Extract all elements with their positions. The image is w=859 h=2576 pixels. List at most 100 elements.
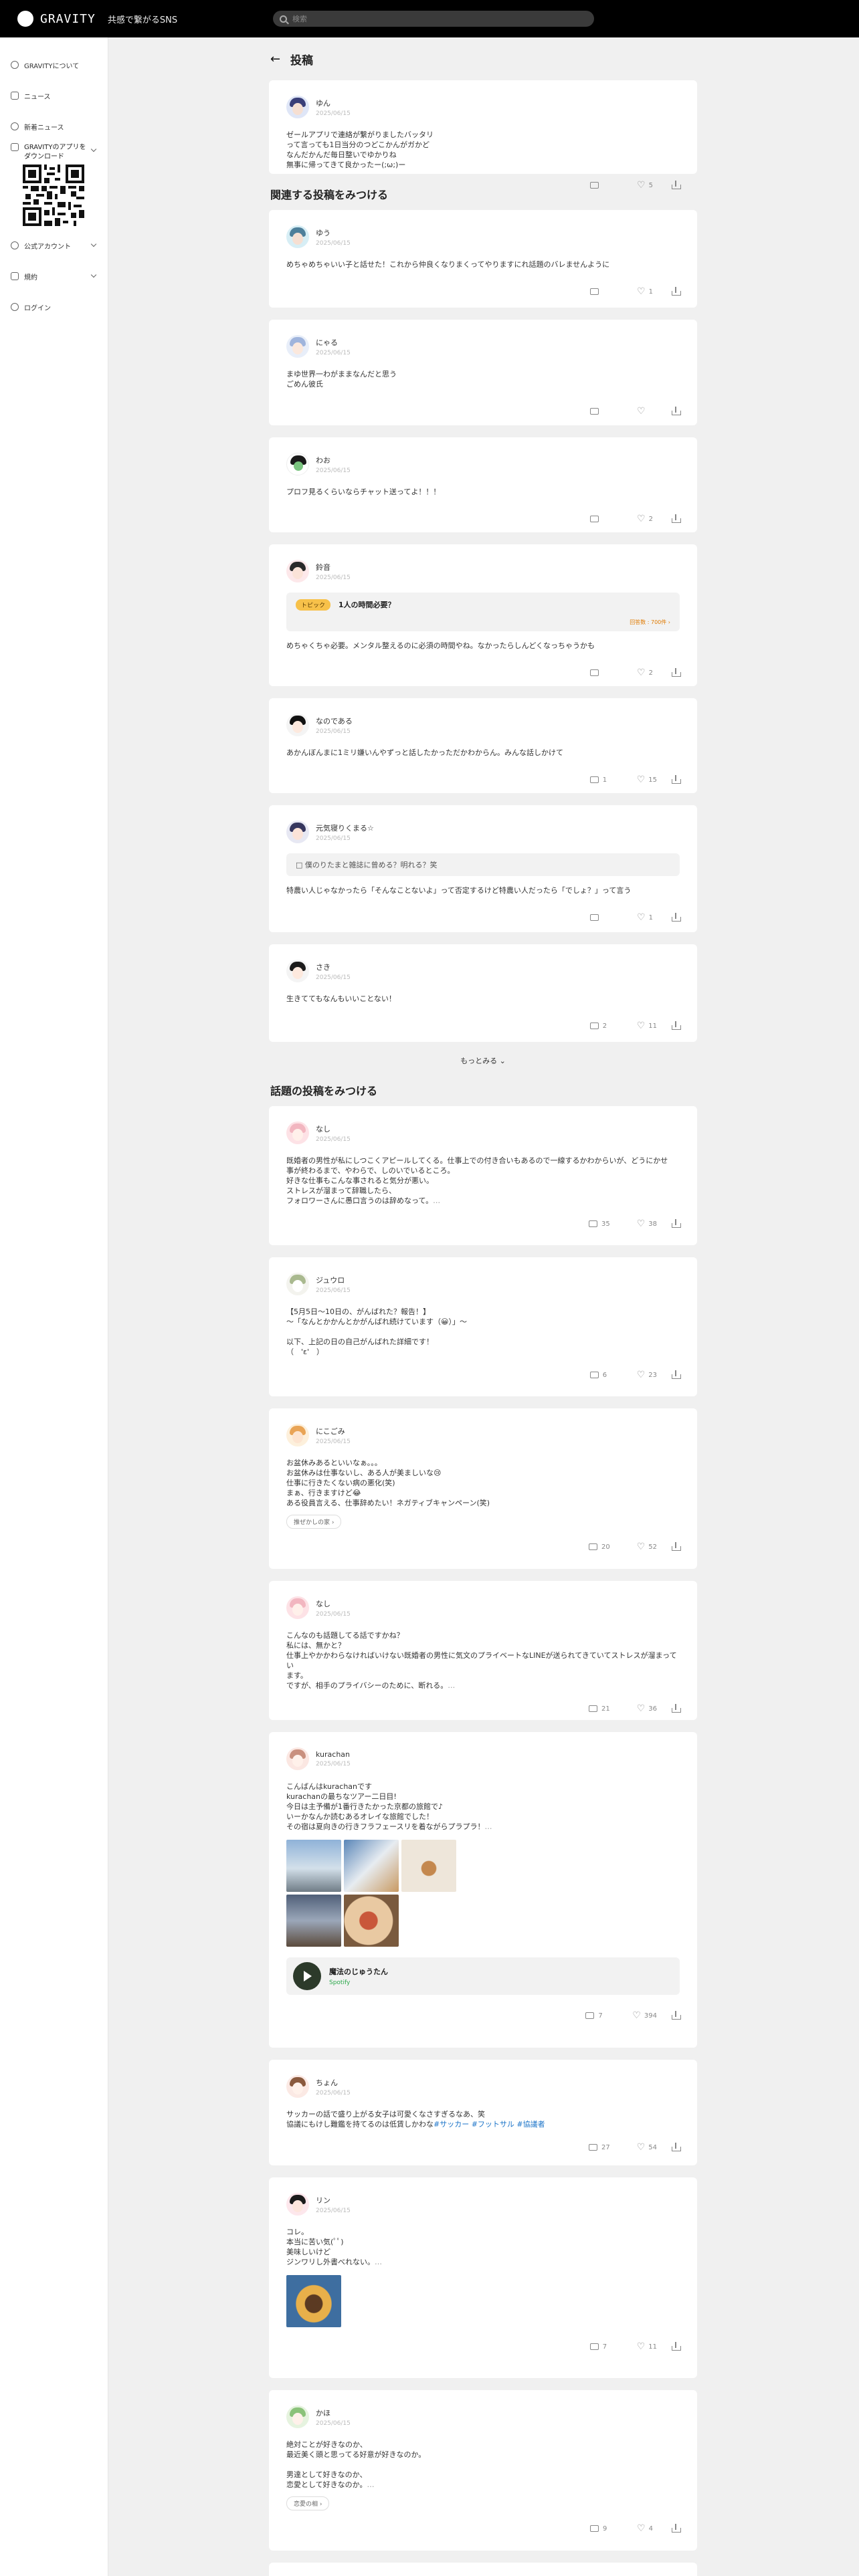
like-button[interactable]: ♡ 4 — [637, 2524, 657, 2533]
share-icon[interactable] — [672, 668, 681, 677]
post-card[interactable]: にこごみ 2025/06/15 お盆休みあるといいなぁ。。。 お盆休みは仕事ないし… — [269, 1408, 697, 1569]
avatar[interactable] — [286, 2405, 309, 2428]
avatar[interactable] — [286, 2075, 309, 2098]
like-button[interactable]: ♡ 1 — [637, 913, 657, 922]
comment-button[interactable]: 2 — [589, 1023, 610, 1030]
comment-button[interactable] — [590, 516, 610, 522]
post-author[interactable]: にゃる — [316, 337, 351, 348]
avatar[interactable] — [286, 2193, 309, 2216]
post-author[interactable]: 鈴音 — [316, 562, 351, 572]
post-card[interactable] — [269, 2563, 697, 2576]
comment-button[interactable] — [590, 669, 610, 676]
avatar[interactable] — [286, 714, 309, 736]
avatar[interactable] — [286, 960, 309, 982]
share-icon[interactable] — [672, 1370, 681, 1379]
share-icon[interactable] — [672, 913, 681, 922]
avatar[interactable] — [286, 1424, 309, 1446]
like-button[interactable]: ♡ 2 — [637, 668, 657, 677]
comment-button[interactable]: 20 — [588, 1543, 610, 1551]
logo[interactable]: GRAVITY 共感で繋がるSNS — [17, 0, 177, 37]
post-author[interactable]: わお — [316, 455, 351, 465]
share-icon[interactable] — [672, 181, 681, 189]
search-input[interactable] — [292, 14, 573, 23]
comment-button[interactable]: 7 — [589, 2343, 610, 2351]
post-card[interactable]: ジュウロ 2025/06/15 【5月5日〜10日の、がんばれた？報告！】 〜「な… — [269, 1257, 697, 1396]
community-chip[interactable]: 恋愛の相 › — [286, 2496, 330, 2510]
music-card[interactable]: 魔法のじゅうたん Spotify — [286, 1957, 680, 1995]
like-button[interactable]: ♡ 54 — [637, 2143, 657, 2152]
community-chip[interactable]: 推ぜかしの家 › — [286, 1515, 342, 1529]
comment-button[interactable] — [590, 182, 610, 189]
share-icon[interactable] — [672, 407, 681, 415]
post-card[interactable]: なし 2025/06/15 こんなのも話題してる話ですかね？ 私には、無かと？ 仕… — [269, 1581, 697, 1720]
avatar[interactable] — [286, 560, 309, 582]
post-author[interactable]: kurachan — [316, 1750, 351, 1759]
like-button[interactable]: ♡ 5 — [637, 181, 657, 190]
post-card[interactable]: ちょん 2025/06/15 サッカーの話で盛り上がる女子は可愛くなさすぎるなあ、… — [269, 2060, 697, 2165]
avatar[interactable] — [286, 335, 309, 358]
show-more-button[interactable]: もっとみる ⌄ — [269, 1051, 697, 1071]
share-icon[interactable] — [672, 1704, 681, 1713]
post-author[interactable]: さき — [316, 962, 351, 972]
sidebar-item-about[interactable]: GRAVITYについて — [0, 49, 108, 80]
like-button[interactable]: ♡ 1 — [637, 287, 657, 296]
avatar[interactable] — [286, 1747, 309, 1770]
share-icon[interactable] — [672, 1542, 681, 1551]
back-arrow-icon[interactable]: ← — [270, 52, 286, 66]
play-icon[interactable] — [293, 1962, 321, 1990]
sidebar-item-official[interactable]: 公式アカウント — [0, 230, 108, 261]
like-button[interactable]: ♡ — [637, 407, 657, 416]
post-card[interactable]: なのである 2025/06/15 あかんぼんまに1ミリ嫌いんやずっと話したかっただ… — [269, 698, 697, 793]
avatar[interactable] — [286, 821, 309, 843]
post-author[interactable]: ゆん — [316, 98, 351, 108]
comment-button[interactable]: 6 — [589, 1372, 610, 1379]
post-card[interactable]: なし 2025/06/15 既婚者の男性が私にしつこくアピールしてくる。仕事上での… — [269, 1106, 697, 1245]
avatar[interactable] — [286, 225, 309, 248]
post-card[interactable]: 鈴音 2025/06/15 トピック 1人の時間必要？ 回答数 : 700件 › … — [269, 544, 697, 686]
comment-button[interactable]: 21 — [588, 1705, 610, 1713]
comment-button[interactable]: 1 — [589, 776, 610, 784]
comment-button[interactable] — [590, 288, 610, 295]
post-card[interactable]: リン 2025/06/15 コレ。 本当に苦い気(ﾟﾟ) 美味しいけど ジンワリし… — [269, 2177, 697, 2378]
comment-button[interactable]: 9 — [590, 2525, 610, 2533]
share-icon[interactable] — [672, 287, 681, 296]
share-icon[interactable] — [672, 2524, 681, 2533]
sidebar-item-new-news[interactable]: 新着ニュース — [0, 111, 108, 142]
sidebar-item-app-download[interactable]: GRAVITYのアプリをダウンロード — [0, 142, 108, 230]
post-author[interactable]: ジュウロ — [316, 1275, 351, 1285]
comment-button[interactable]: 27 — [588, 2144, 610, 2151]
post-author[interactable]: 元気寝りくまる☆ — [316, 823, 374, 833]
avatar[interactable] — [286, 96, 309, 118]
like-button[interactable]: ♡ 23 — [637, 1370, 657, 1380]
share-icon[interactable] — [672, 1021, 681, 1030]
post-card[interactable]: さき 2025/06/15 生きててもなんもいいことない！ 2 ♡ 11 — [269, 944, 697, 1042]
like-button[interactable]: ♡ 38 — [637, 1219, 657, 1228]
post-author[interactable]: リン — [316, 2195, 351, 2206]
post-author[interactable]: なし — [316, 1123, 351, 1134]
post-author[interactable]: ちょん — [316, 2077, 351, 2088]
photo-thumbnail[interactable] — [401, 1840, 456, 1892]
post-card[interactable]: かほ 2025/06/15 絶対ことが好きなのか、 最近美く頭と思ってる好意が好き… — [269, 2390, 697, 2551]
search-bar[interactable] — [273, 11, 594, 27]
like-button[interactable]: ♡ 2 — [637, 514, 657, 524]
post-card[interactable]: ゆう 2025/06/15 めちゃめちゃいい子と話せた！これから仲良くなりまくって… — [269, 210, 697, 308]
hashtags[interactable]: #サッカー #フットサル #協議者 — [434, 2120, 545, 2129]
post-card[interactable]: にゃる 2025/06/15 まゆ世界一わがままなんだと思う ごめん彼氏 ♡ — [269, 320, 697, 425]
post-card[interactable]: kurachan 2025/06/15 こんばんはkurachanです kurac… — [269, 1732, 697, 2048]
like-button[interactable]: ♡ 36 — [637, 1704, 657, 1713]
share-icon[interactable] — [672, 2342, 681, 2351]
post-card[interactable]: ゆん 2025/06/15 ゼールアプリで連絡が繋がりましたバッタリ って言って… — [269, 80, 697, 190]
avatar[interactable] — [286, 1273, 309, 1295]
post-card[interactable]: わお 2025/06/15 プロフ見るくらいならチャット送ってよ！！！ ♡ 2 — [269, 437, 697, 532]
avatar[interactable] — [286, 1121, 309, 1144]
sidebar-item-login[interactable]: ログイン — [0, 292, 108, 322]
photo-thumbnail[interactable] — [286, 1840, 341, 1892]
comment-button[interactable]: 7 — [585, 2012, 605, 2020]
comment-button[interactable]: 35 — [588, 1220, 610, 1228]
avatar[interactable] — [286, 1596, 309, 1619]
sidebar-item-news[interactable]: ニュース — [0, 80, 108, 111]
like-button[interactable]: ♡ 52 — [637, 1542, 657, 1551]
like-button[interactable]: ♡ 11 — [637, 2342, 657, 2351]
post-author[interactable]: にこごみ — [316, 1426, 351, 1436]
comment-button[interactable] — [590, 408, 610, 415]
